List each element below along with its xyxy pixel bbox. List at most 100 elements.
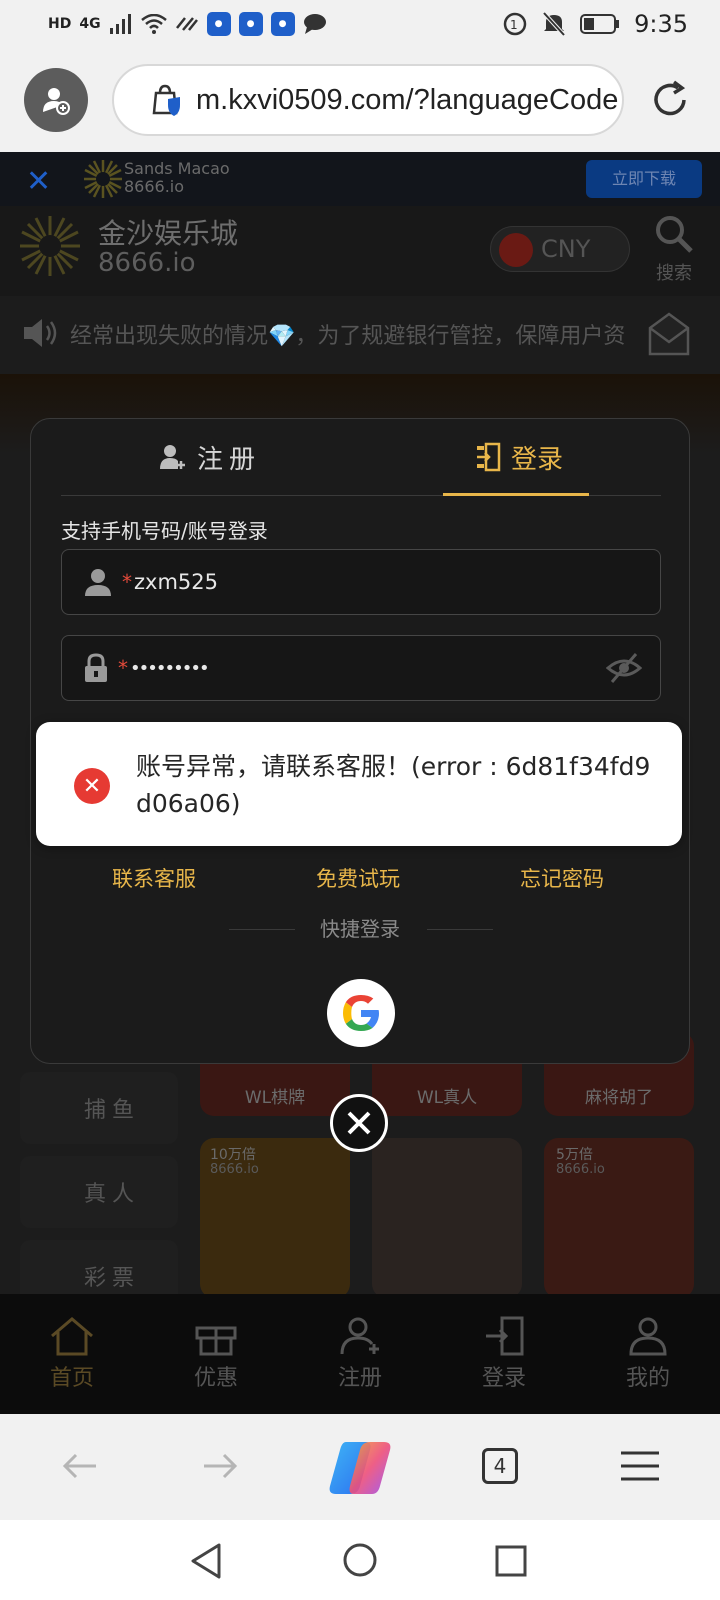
forward-arrow-icon[interactable] <box>202 1442 238 1490</box>
brand-domain: 8666.io <box>98 248 196 278</box>
google-login-button[interactable] <box>327 979 395 1047</box>
site-info-icon[interactable] <box>150 83 184 117</box>
nav-register[interactable]: 注册 <box>288 1294 432 1414</box>
message-icon <box>303 14 326 34</box>
browser-toolbar: 4 <box>0 1414 720 1520</box>
username-value: zxm525 <box>134 570 218 594</box>
brand-name: 金沙娱乐城 <box>98 217 239 250</box>
app-icon: ● <box>206 12 231 36</box>
announcement-ticker: 经常出现失败的情况💎，为了规避银行管控，保障用户资 <box>0 302 720 368</box>
search-icon <box>656 216 693 253</box>
contact-support-link[interactable]: 联系客服 <box>112 863 196 893</box>
home-nav-icon[interactable] <box>342 1542 378 1578</box>
close-modal-button[interactable] <box>330 1094 388 1152</box>
app-icon: ● <box>270 12 295 36</box>
error-icon: ✕ <box>74 768 110 804</box>
back-arrow-icon[interactable] <box>62 1442 98 1490</box>
menu-fishing[interactable]: 捕鱼 <box>20 1072 178 1144</box>
url-text: m.kxvi0509.com/?languageCode <box>196 83 619 116</box>
sands-logo-icon <box>84 160 122 198</box>
nav-login[interactable]: 登录 <box>432 1294 576 1414</box>
game-tile[interactable] <box>372 1138 522 1294</box>
tab-login[interactable]: 登录 <box>475 419 563 495</box>
auth-tabs: 注册 登录 <box>31 419 689 496</box>
game-tile[interactable]: 5万倍 8666.io <box>544 1138 694 1294</box>
copilot-icon[interactable] <box>326 1438 394 1498</box>
url-input[interactable]: m.kxvi0509.com/?languageCode <box>112 64 624 136</box>
tile-badge: 10万倍 <box>210 1147 256 1163</box>
china-flag-icon <box>499 233 533 267</box>
ticker-text: 经常出现失败的情况💎，为了规避银行管控，保障用户资 <box>70 324 626 349</box>
login-icon <box>486 1316 524 1356</box>
tile-domain: 8666.io <box>210 1162 259 1177</box>
game-tile[interactable]: 10万倍 8666.io <box>200 1138 350 1294</box>
wifi-icon <box>140 14 167 34</box>
nav-profile[interactable]: 我的 <box>576 1294 720 1414</box>
clock: 9:35 <box>634 10 688 38</box>
system-nav-bar <box>0 1520 720 1600</box>
network-type: 4G <box>79 16 101 32</box>
tab-register[interactable]: 注册 <box>159 419 261 495</box>
menu-live[interactable]: 真人 <box>20 1156 178 1228</box>
sync-icon <box>175 17 198 31</box>
free-trial-link[interactable]: 免费试玩 <box>316 863 400 893</box>
password-value: ••••••••• <box>130 657 210 679</box>
lock-icon <box>85 653 107 682</box>
forgot-password-link[interactable]: 忘记密码 <box>520 863 604 893</box>
site-bottom-nav: 首页 优惠 注册 登录 我的 <box>0 1294 720 1414</box>
username-field[interactable]: * zxm525 <box>61 549 661 615</box>
gift-icon <box>195 1326 237 1356</box>
tab-login-label: 登录 <box>511 444 564 475</box>
mute-icon <box>542 11 566 37</box>
required-mark: * <box>118 656 128 680</box>
error-toast: ✕ 账号异常，请联系客服！(error : 6d81f34fd9d06a06) <box>36 722 682 846</box>
data-saver-icon: 1 <box>503 12 527 36</box>
app-icon: ● <box>238 12 263 36</box>
tile-badge: 5万倍 <box>556 1147 593 1163</box>
mail-icon[interactable] <box>648 312 690 356</box>
svg-text:1: 1 <box>510 18 518 32</box>
brand-logo-icon <box>20 216 80 276</box>
active-tab-indicator <box>443 493 589 496</box>
status-bar: HD 4G ● ● ● 1 9:35 <box>0 0 720 48</box>
promo-title: Sands Macao 8666.io <box>124 159 230 196</box>
tile-domain: 8666.io <box>556 1162 605 1177</box>
required-mark: * <box>122 570 132 594</box>
guest-profile-icon <box>43 88 70 115</box>
home-icon <box>51 1317 93 1356</box>
recents-nav-icon[interactable] <box>494 1544 528 1578</box>
user-icon <box>85 569 111 596</box>
error-message: 账号异常，请联系客服！(error : 6d81f34fd9d06a06) <box>136 752 651 818</box>
add-user-icon <box>160 445 185 469</box>
hd-indicator: HD <box>48 16 72 32</box>
profile-button[interactable] <box>24 68 88 132</box>
modal-links: 联系客服 免费试玩 忘记密码 <box>31 863 689 893</box>
back-nav-icon[interactable] <box>190 1542 222 1580</box>
menu-lottery[interactable]: 彩票 <box>20 1240 178 1294</box>
login-hint: 支持手机号码/账号登录 <box>61 519 268 543</box>
browser-address-bar: m.kxvi0509.com/?languageCode <box>0 48 720 152</box>
tab-register-label: 注册 <box>197 444 262 475</box>
google-icon <box>343 995 379 1031</box>
battery-icon <box>580 14 620 34</box>
close-icon <box>347 1111 371 1135</box>
quick-login-label: 快捷登录 <box>320 917 400 941</box>
speaker-icon <box>24 319 57 347</box>
download-button[interactable]: 立即下载 <box>586 160 702 198</box>
close-promo-icon[interactable]: ✕ <box>26 164 51 199</box>
eye-off-icon[interactable] <box>606 652 642 684</box>
user-icon <box>629 1317 667 1356</box>
site-search-button[interactable]: 搜索 <box>654 214 694 285</box>
login-icon <box>477 442 501 472</box>
app-promo-bar: ✕ Sands Macao 8666.io 立即下载 <box>0 152 720 206</box>
menu-icon[interactable] <box>620 1450 660 1482</box>
currency-label: CNY <box>541 235 591 263</box>
tab-switcher-button[interactable]: 4 <box>482 1448 518 1484</box>
nav-home[interactable]: 首页 <box>0 1294 144 1414</box>
divider <box>427 929 493 930</box>
reload-icon[interactable] <box>648 78 692 122</box>
search-label: 搜索 <box>656 263 692 284</box>
password-field[interactable]: * ••••••••• <box>61 635 661 701</box>
currency-selector[interactable]: CNY <box>490 226 630 272</box>
nav-promotions[interactable]: 优惠 <box>144 1294 288 1414</box>
